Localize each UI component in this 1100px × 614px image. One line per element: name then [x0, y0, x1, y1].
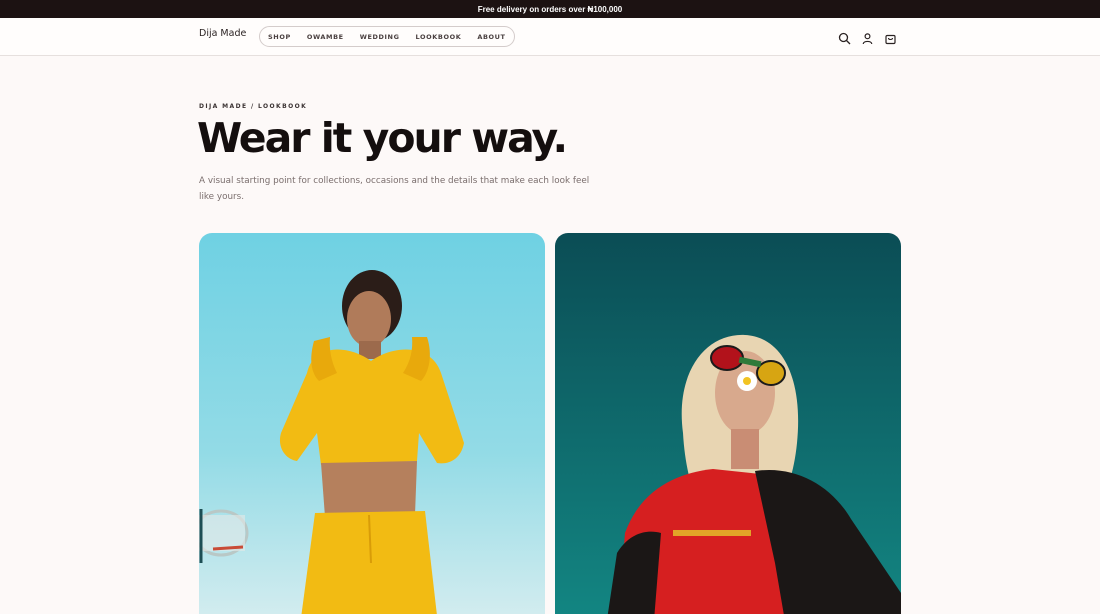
nav-wedding[interactable]: WEDDING	[360, 33, 400, 41]
main-nav: SHOP OWAMBE WEDDING LOOKBOOK ABOUT	[259, 26, 515, 47]
lookbook-image-red	[555, 233, 901, 614]
logo[interactable]: Dija Made	[199, 28, 246, 39]
search-icon[interactable]	[838, 30, 851, 45]
lookbook-image-yellow	[199, 233, 545, 614]
header-icons	[838, 30, 897, 45]
nav-shop[interactable]: SHOP	[268, 33, 291, 41]
breadcrumb: DIJA MADE / LOOKBOOK	[199, 103, 308, 110]
lookbook-card-red-outfit[interactable]	[555, 233, 901, 614]
nav-lookbook[interactable]: LOOKBOOK	[416, 33, 462, 41]
page-subtitle: A visual starting point for collections,…	[199, 176, 590, 202]
page-title: Wear it your way.	[197, 114, 568, 162]
nav-owambe[interactable]: OWAMBE	[307, 33, 344, 41]
promo-bar: Free delivery on orders over ₦100,000	[0, 0, 1100, 18]
bag-icon[interactable]	[884, 30, 897, 45]
site-header: Dija Made SHOP OWAMBE WEDDING LOOKBOOK A…	[0, 18, 1100, 56]
promo-text: Free delivery on orders over ₦100,000	[477, 4, 623, 14]
account-icon[interactable]	[861, 30, 874, 45]
lookbook-card-yellow-outfit[interactable]	[199, 233, 545, 614]
nav-about[interactable]: ABOUT	[477, 33, 505, 41]
